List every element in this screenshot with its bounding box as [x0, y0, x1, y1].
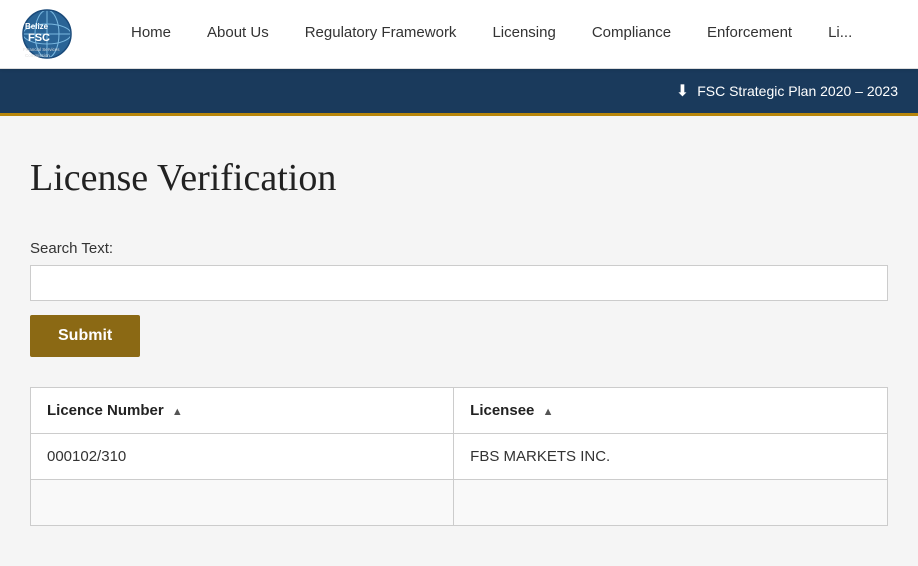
main-content: License Verification Search Text: Submit…: [0, 116, 918, 566]
svg-text:Belize: Belize: [25, 22, 49, 31]
sort-arrow-licence: ▲: [172, 406, 183, 418]
col-licence-number[interactable]: Licence Number ▲: [31, 388, 454, 434]
announcement-banner[interactable]: ⬇ FSC Strategic Plan 2020 – 2023: [0, 69, 918, 116]
download-icon: ⬇: [676, 81, 689, 101]
cell-empty-2: [454, 480, 888, 526]
submit-button[interactable]: Submit: [30, 315, 140, 357]
table-row-empty: [31, 480, 888, 526]
nav-item-about[interactable]: About Us: [189, 0, 287, 69]
col-licensee[interactable]: Licensee ▲: [454, 388, 888, 434]
col-licence-number-label: Licence Number: [47, 402, 164, 419]
nav-item-li[interactable]: Li...: [810, 0, 870, 69]
nav-item-regulatory[interactable]: Regulatory Framework: [287, 0, 475, 69]
col-licensee-label: Licensee: [470, 402, 534, 419]
svg-text:Financial Services: Financial Services: [23, 47, 60, 52]
banner-text: FSC Strategic Plan 2020 – 2023: [697, 83, 898, 99]
nav-item-home[interactable]: Home: [113, 0, 189, 69]
fsc-logo-icon: Belize FSC Financial Services Commission: [20, 7, 75, 62]
logo-area: Belize FSC Financial Services Commission: [20, 7, 83, 62]
svg-text:Commission: Commission: [25, 53, 50, 58]
results-table: Licence Number ▲ Licensee ▲ 000102/310 F…: [30, 387, 888, 526]
sort-arrow-licensee: ▲: [543, 406, 554, 418]
cell-licensee: FBS MARKETS INC.: [454, 434, 888, 480]
table-header-row: Licence Number ▲ Licensee ▲: [31, 388, 888, 434]
nav-item-enforcement[interactable]: Enforcement: [689, 0, 810, 69]
search-form: Search Text: Submit: [30, 240, 888, 357]
navbar: Belize FSC Financial Services Commission…: [0, 0, 918, 69]
cell-empty-1: [31, 480, 454, 526]
svg-text:FSC: FSC: [28, 32, 50, 44]
search-label: Search Text:: [30, 240, 888, 257]
nav-item-compliance[interactable]: Compliance: [574, 0, 689, 69]
table-row: 000102/310 FBS MARKETS INC.: [31, 434, 888, 480]
nav-links: Home About Us Regulatory Framework Licen…: [113, 0, 870, 69]
search-input[interactable]: [30, 265, 888, 301]
nav-item-licensing[interactable]: Licensing: [474, 0, 573, 69]
cell-licence-number: 000102/310: [31, 434, 454, 480]
page-title: License Verification: [30, 156, 888, 200]
